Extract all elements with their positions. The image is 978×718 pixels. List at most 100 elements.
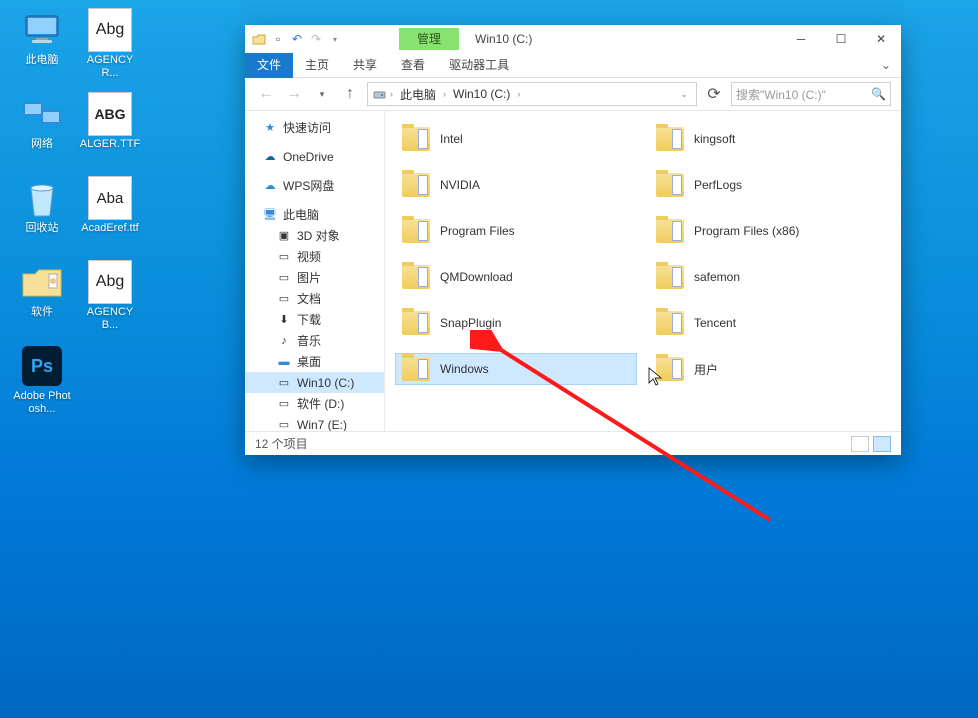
folder-item[interactable]: Intel bbox=[395, 123, 637, 155]
folder-item[interactable]: NVIDIA bbox=[395, 169, 637, 201]
nav-back-button[interactable]: ← bbox=[255, 83, 277, 105]
folder-item[interactable]: safemon bbox=[649, 261, 891, 293]
nav-videos[interactable]: ▭ 视频 bbox=[245, 246, 384, 267]
folder-label: 用户 bbox=[694, 361, 718, 378]
folder-icon bbox=[656, 357, 684, 381]
nav-label: 视频 bbox=[297, 248, 321, 265]
folder-icon bbox=[402, 265, 430, 289]
ribbon-tab-drivetools[interactable]: 驱动器工具 bbox=[437, 53, 521, 78]
folder-item[interactable]: PerfLogs bbox=[649, 169, 891, 201]
manage-contextual-tab[interactable]: 管理 bbox=[399, 28, 459, 50]
folder-icon bbox=[656, 219, 684, 243]
ribbon-tab-share[interactable]: 共享 bbox=[341, 53, 389, 78]
nav-up-button[interactable]: ↑ bbox=[339, 83, 361, 105]
folder-item[interactable]: 用户 bbox=[649, 353, 891, 385]
ribbon-tab-file[interactable]: 文件 bbox=[245, 53, 293, 78]
ribbon-expand-icon[interactable]: ⌄ bbox=[871, 58, 901, 72]
nav-label: 快速访问 bbox=[283, 119, 331, 136]
nav-wps-drive[interactable]: ☁WPS网盘 bbox=[245, 175, 384, 196]
nav-desktop[interactable]: ▬桌面 bbox=[245, 351, 384, 372]
folder-icon bbox=[402, 357, 430, 381]
icons-view-button[interactable] bbox=[873, 436, 891, 452]
photoshop-icon: Ps bbox=[18, 344, 66, 388]
folder-icon bbox=[656, 173, 684, 197]
folder-item[interactable]: Program Files (x86) bbox=[649, 215, 891, 247]
nav-forward-button: → bbox=[283, 83, 305, 105]
network-icon bbox=[18, 92, 66, 136]
cube-icon: ▣ bbox=[277, 229, 291, 243]
close-button[interactable]: ✕ bbox=[861, 25, 901, 53]
breadcrumb-item[interactable]: Win10 (C:) bbox=[450, 87, 513, 101]
nav-pictures[interactable]: ▭ 图片 bbox=[245, 267, 384, 288]
desktop-icon-font[interactable]: Abg AGENCYR... bbox=[78, 8, 142, 84]
search-input[interactable]: 搜索"Win10 (C:)" 🔍 bbox=[731, 82, 891, 106]
desktop-icon-label: Adobe Photosh... bbox=[11, 390, 73, 416]
qat-dropdown-icon[interactable]: ▾ bbox=[327, 31, 343, 47]
monitor-icon: 🖥 bbox=[263, 208, 277, 222]
folder-icon bbox=[251, 31, 267, 47]
desktop-icon-network[interactable]: 网络 bbox=[10, 92, 74, 168]
nav-downloads[interactable]: ⬇下载 bbox=[245, 309, 384, 330]
desktop-icon-photoshop[interactable]: Ps Adobe Photosh... bbox=[10, 344, 74, 420]
ribbon-tab-view[interactable]: 查看 bbox=[389, 53, 437, 78]
folder-item[interactable]: SnapPlugin bbox=[395, 307, 637, 339]
monitor-icon bbox=[18, 8, 66, 52]
folder-icon bbox=[402, 127, 430, 151]
properties-icon[interactable]: ▫ bbox=[270, 31, 286, 47]
nav-drive-c[interactable]: ▭Win10 (C:) bbox=[245, 372, 384, 393]
drive-icon: ▭ bbox=[277, 397, 291, 411]
nav-drive-e[interactable]: ▭Win7 (E:) bbox=[245, 414, 384, 431]
desktop-icon-font[interactable]: Aba AcadEref.ttf bbox=[78, 176, 142, 252]
desktop-icon-label: ALGER.TTF bbox=[80, 138, 141, 151]
desktop: 此电脑 Abg AGENCYR... 网络 ABG ALGER.TTF 回收站 … bbox=[0, 0, 152, 428]
nav-thispc[interactable]: 🖥此电脑 bbox=[245, 204, 384, 225]
folder-icon bbox=[18, 260, 66, 304]
status-bar: 12 个项目 bbox=[245, 431, 901, 455]
breadcrumb-item[interactable]: 此电脑 bbox=[397, 86, 439, 103]
folder-label: Intel bbox=[440, 132, 463, 146]
desktop-icon-recyclebin[interactable]: 回收站 bbox=[10, 176, 74, 252]
folder-item[interactable]: Tencent bbox=[649, 307, 891, 339]
desktop-icon-label: 回收站 bbox=[26, 222, 59, 235]
folder-item[interactable]: QMDownload bbox=[395, 261, 637, 293]
refresh-button[interactable]: ⟳ bbox=[703, 83, 725, 105]
folder-item[interactable]: Windows bbox=[395, 353, 637, 385]
folder-label: Program Files bbox=[440, 224, 515, 238]
nav-quick-access[interactable]: ★快速访问 bbox=[245, 117, 384, 138]
video-icon: ▭ bbox=[277, 250, 291, 264]
desktop-icon-thispc[interactable]: 此电脑 bbox=[10, 8, 74, 84]
desktop-icon-folder[interactable]: 软件 bbox=[10, 260, 74, 336]
content-pane[interactable]: Intel kingsoft NVIDIA PerfLogs Program Files… bbox=[385, 111, 901, 431]
desktop-icon-font[interactable]: ABG ALGER.TTF bbox=[78, 92, 142, 168]
nav-label: 下载 bbox=[297, 311, 321, 328]
folder-item[interactable]: Program Files bbox=[395, 215, 637, 247]
undo-icon[interactable]: ↶ bbox=[289, 31, 305, 47]
nav-onedrive[interactable]: ☁OneDrive bbox=[245, 146, 384, 167]
nav-documents[interactable]: ▭文档 bbox=[245, 288, 384, 309]
nav-music[interactable]: ♪音乐 bbox=[245, 330, 384, 351]
window-title: Win10 (C:) bbox=[459, 32, 548, 46]
drive-icon bbox=[372, 87, 386, 101]
nav-recent-dropdown[interactable]: ▾ bbox=[311, 83, 333, 105]
minimize-button[interactable]: ─ bbox=[781, 25, 821, 53]
search-placeholder: 搜索"Win10 (C:)" bbox=[736, 86, 826, 103]
nav-3d-objects[interactable]: ▣3D 对象 bbox=[245, 225, 384, 246]
font-file-icon: Abg bbox=[88, 8, 132, 52]
maximize-button[interactable]: ☐ bbox=[821, 25, 861, 53]
chevron-right-icon[interactable]: › bbox=[515, 89, 522, 99]
chevron-right-icon[interactable]: › bbox=[441, 89, 448, 99]
nav-label: 图片 bbox=[297, 269, 321, 286]
desktop-icon-font[interactable]: Abg AGENCYB... bbox=[78, 260, 142, 336]
cloud-icon: ☁ bbox=[263, 150, 277, 164]
image-icon: ▭ bbox=[277, 271, 291, 285]
status-text: 12 个项目 bbox=[255, 435, 308, 452]
ribbon-tab-home[interactable]: 主页 bbox=[293, 53, 341, 78]
breadcrumb[interactable]: › 此电脑 › Win10 (C:) › ⌄ bbox=[367, 82, 697, 106]
chevron-right-icon[interactable]: › bbox=[388, 89, 395, 99]
folder-item[interactable]: kingsoft bbox=[649, 123, 891, 155]
details-view-button[interactable] bbox=[851, 436, 869, 452]
navigation-pane: ★快速访问 ☁OneDrive ☁WPS网盘 🖥此电脑 ▣3D 对象 ▭ 视频 ▭… bbox=[245, 111, 385, 431]
breadcrumb-dropdown-icon[interactable]: ⌄ bbox=[680, 89, 692, 100]
nav-drive-d[interactable]: ▭软件 (D:) bbox=[245, 393, 384, 414]
font-file-icon: Abg bbox=[88, 260, 132, 304]
